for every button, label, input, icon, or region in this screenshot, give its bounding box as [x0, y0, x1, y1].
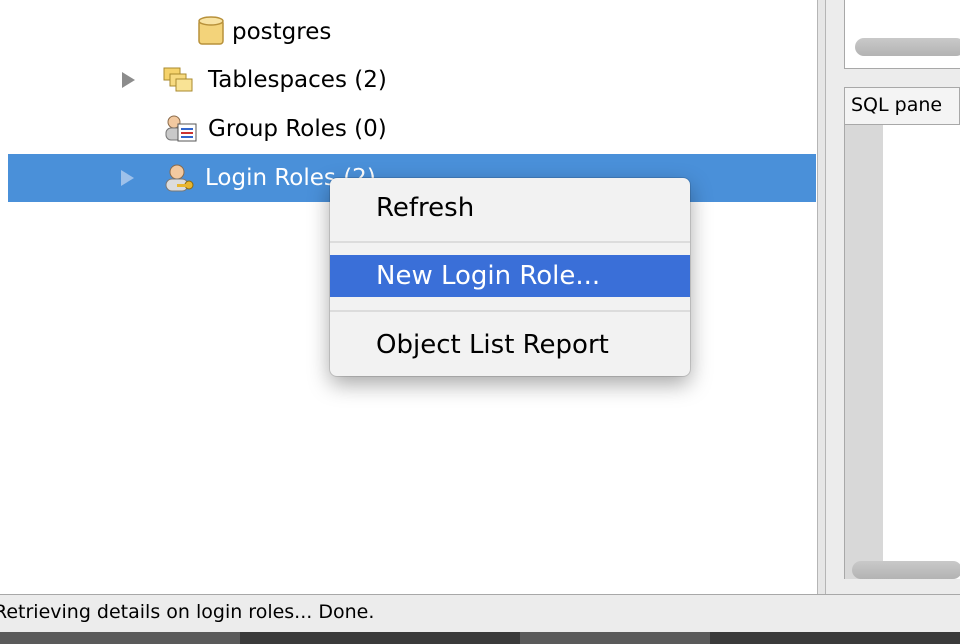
sql-pane-editor[interactable]	[844, 125, 960, 579]
menu-item-object-list-report[interactable]: Object List Report	[330, 324, 690, 366]
window-bottom-edge	[0, 632, 960, 644]
tree-item-tablespaces[interactable]: Tablespaces (2)	[122, 56, 387, 104]
properties-panel: SQL pane	[826, 0, 960, 594]
properties-pane	[844, 0, 960, 69]
expand-arrow-icon[interactable]	[122, 72, 135, 88]
horizontal-scrollbar[interactable]	[855, 38, 960, 56]
status-text: Retrieving details on login roles... Don…	[0, 601, 375, 623]
expand-arrow-icon[interactable]	[121, 170, 134, 186]
group-roles-icon	[162, 114, 200, 144]
horizontal-scrollbar[interactable]	[852, 561, 960, 579]
sql-pane-header: SQL pane	[844, 87, 960, 125]
menu-separator	[330, 241, 690, 243]
status-bar: Retrieving details on login roles... Don…	[0, 594, 960, 632]
tablespaces-icon	[162, 66, 200, 94]
tree-item-label: Tablespaces (2)	[208, 67, 387, 93]
menu-item-refresh[interactable]: Refresh	[330, 187, 690, 229]
context-menu: Refresh New Login Role... Object List Re…	[330, 178, 690, 376]
tree-item-label: Group Roles (0)	[208, 116, 387, 142]
panel-splitter[interactable]	[817, 0, 826, 594]
login-roles-icon	[163, 163, 197, 193]
database-icon	[198, 16, 224, 48]
menu-item-new-login-role[interactable]: New Login Role...	[330, 255, 690, 297]
line-number-gutter	[845, 125, 883, 579]
tree-item-group-roles[interactable]: Group Roles (0)	[162, 105, 387, 153]
tree-item-label: postgres	[232, 19, 332, 45]
tree-item-postgres[interactable]: postgres	[198, 8, 331, 56]
menu-separator	[330, 310, 690, 312]
